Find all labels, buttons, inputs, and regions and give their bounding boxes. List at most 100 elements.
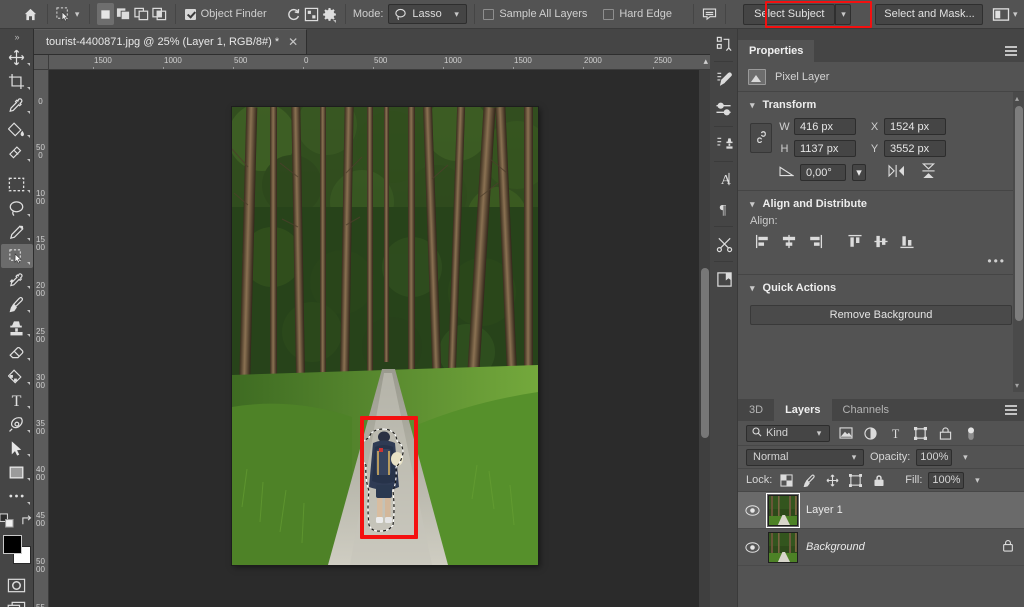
tab-channels[interactable]: Channels bbox=[832, 399, 900, 421]
align-top-edges-icon[interactable] bbox=[842, 230, 868, 252]
y-field[interactable]: 3552 px bbox=[884, 140, 946, 157]
object-selection-tool[interactable] bbox=[0, 244, 33, 268]
scrollbar-thumb[interactable] bbox=[701, 268, 709, 438]
intersect-with-selection-button[interactable] bbox=[150, 3, 168, 25]
eyedropper-tool[interactable] bbox=[1, 93, 33, 117]
filter-adjustment-icon[interactable] bbox=[861, 424, 880, 442]
path-selection-tool[interactable] bbox=[1, 436, 33, 460]
align-left-edges-icon[interactable] bbox=[750, 230, 776, 252]
paint-bucket-tool[interactable] bbox=[1, 117, 33, 141]
canvas-area[interactable]: 1500100050005001000150020002500300035004… bbox=[34, 55, 710, 607]
lock-artboard-nesting-icon[interactable] bbox=[847, 472, 864, 489]
layer-thumbnail[interactable] bbox=[766, 492, 800, 528]
swap-colors-icon[interactable] bbox=[21, 514, 34, 530]
libraries-icon[interactable] bbox=[710, 29, 738, 59]
opacity-field[interactable]: 100% bbox=[916, 448, 953, 466]
quick-selection-tool[interactable] bbox=[1, 220, 33, 244]
home-icon[interactable] bbox=[22, 3, 40, 25]
refresh-icon[interactable] bbox=[285, 3, 303, 25]
crop-tool[interactable] bbox=[1, 69, 33, 93]
flip-horizontal-icon[interactable] bbox=[888, 164, 905, 181]
filter-toggle-switch-icon[interactable] bbox=[961, 424, 980, 442]
pen-tool[interactable] bbox=[1, 412, 33, 436]
scissors-icon[interactable] bbox=[710, 229, 738, 259]
screen-mode-icon[interactable] bbox=[1, 597, 33, 607]
angle-field[interactable]: 0,00° bbox=[800, 164, 846, 181]
layer-kind-filter[interactable]: Kind ▾ bbox=[746, 424, 830, 442]
panel-menu-icon[interactable] bbox=[1005, 46, 1017, 56]
align-bottom-edges-icon[interactable] bbox=[894, 230, 920, 252]
tool-preset-chevron-down-icon[interactable]: ▾ bbox=[72, 9, 82, 20]
character-icon[interactable]: A bbox=[710, 164, 738, 194]
rectangle-tool[interactable] bbox=[1, 460, 33, 484]
align-distribute-section-header[interactable]: ▾ Align and Distribute bbox=[738, 191, 1024, 215]
filter-shape-icon[interactable] bbox=[911, 424, 930, 442]
sample-all-layers-checkbox[interactable]: Sample All Layers bbox=[483, 8, 592, 20]
actions-icon[interactable] bbox=[710, 129, 738, 159]
mode-dropdown[interactable]: Lasso ▾ bbox=[388, 4, 467, 24]
link-aspect-ratio-icon[interactable] bbox=[750, 122, 772, 153]
spot-healing-brush-tool[interactable] bbox=[1, 141, 33, 165]
tab-layers[interactable]: Layers bbox=[774, 399, 832, 421]
new-selection-button[interactable] bbox=[96, 3, 115, 25]
layer-row-background[interactable]: Background bbox=[738, 529, 1024, 566]
eye-icon[interactable] bbox=[744, 541, 760, 553]
rectangular-marquee-tool[interactable] bbox=[1, 172, 33, 196]
angle-chevron-down-icon[interactable]: ▾ bbox=[852, 164, 866, 181]
tab-properties[interactable]: Properties bbox=[738, 40, 815, 62]
lock-all-icon[interactable] bbox=[870, 472, 887, 489]
lasso-tool[interactable] bbox=[1, 196, 33, 220]
flip-vertical-icon[interactable] bbox=[921, 163, 936, 182]
remove-background-button[interactable]: Remove Background bbox=[750, 305, 1012, 325]
gradient-tool[interactable] bbox=[1, 364, 33, 388]
chevron-down-icon[interactable]: ▾ bbox=[1015, 381, 1019, 390]
foreground-color-swatch[interactable] bbox=[3, 535, 22, 554]
canvas-vertical-scrollbar[interactable] bbox=[699, 70, 710, 607]
chevron-up-icon[interactable]: ▴ bbox=[1015, 94, 1019, 103]
quick-actions-section-header[interactable]: ▾ Quick Actions bbox=[738, 275, 1024, 299]
edit-toolbar-tool[interactable] bbox=[1, 484, 33, 508]
feedback-icon[interactable] bbox=[701, 3, 719, 25]
properties-scrollbar[interactable]: ▴ ▾ bbox=[1013, 92, 1024, 392]
color-swatches[interactable] bbox=[0, 533, 34, 567]
layer-thumbnail[interactable] bbox=[768, 531, 798, 563]
paragraph-icon[interactable]: ¶ bbox=[710, 194, 738, 224]
chevron-up-icon[interactable]: ▴ bbox=[703, 56, 708, 67]
width-field[interactable]: 416 px bbox=[794, 118, 856, 135]
opacity-chevron-down-icon[interactable]: ▾ bbox=[958, 452, 972, 463]
align-horizontal-centers-icon[interactable] bbox=[776, 230, 802, 252]
more-options-icon[interactable]: ••• bbox=[738, 252, 1024, 274]
quick-mask-icon[interactable] bbox=[1, 573, 33, 597]
object-finder-checkbox[interactable]: Object Finder bbox=[184, 8, 272, 20]
history-icon[interactable] bbox=[710, 264, 738, 294]
tab-3d[interactable]: 3D bbox=[738, 399, 774, 421]
filter-smart-object-icon[interactable] bbox=[936, 424, 955, 442]
clone-source-tool[interactable] bbox=[1, 268, 33, 292]
move-tool[interactable] bbox=[1, 45, 33, 69]
gear-icon[interactable] bbox=[320, 3, 338, 25]
layer-name[interactable]: Background bbox=[806, 541, 994, 553]
panel-menu-icon[interactable] bbox=[1005, 405, 1017, 415]
brush-tool[interactable] bbox=[1, 292, 33, 316]
eye-icon[interactable] bbox=[744, 504, 760, 516]
x-field[interactable]: 1524 px bbox=[884, 118, 946, 135]
show-all-objects-icon[interactable] bbox=[302, 3, 320, 25]
select-subject-button[interactable]: Select Subject bbox=[743, 3, 836, 25]
blend-mode-dropdown[interactable]: Normal ▾ bbox=[746, 448, 864, 466]
align-right-edges-icon[interactable] bbox=[802, 230, 828, 252]
filter-pixel-icon[interactable] bbox=[836, 424, 855, 442]
canvas-viewport[interactable] bbox=[49, 70, 710, 607]
toolbar-expand-icon[interactable]: » bbox=[0, 29, 33, 45]
lock-icon[interactable] bbox=[1002, 539, 1014, 555]
document-tab[interactable]: tourist-4400871.jpg @ 25% (Layer 1, RGB/… bbox=[34, 29, 308, 54]
add-to-selection-button[interactable] bbox=[114, 3, 132, 25]
document-image[interactable] bbox=[232, 107, 538, 565]
layer-name[interactable]: Layer 1 bbox=[806, 504, 1014, 516]
transform-section-header[interactable]: ▾ Transform bbox=[738, 92, 1024, 116]
lock-image-pixels-icon[interactable] bbox=[801, 472, 818, 489]
type-tool[interactable]: T bbox=[1, 388, 33, 412]
workspace-switcher-icon[interactable] bbox=[992, 3, 1010, 25]
hard-edge-checkbox[interactable]: Hard Edge bbox=[603, 8, 677, 20]
eraser-tool[interactable] bbox=[1, 340, 33, 364]
height-field[interactable]: 1137 px bbox=[794, 140, 856, 157]
